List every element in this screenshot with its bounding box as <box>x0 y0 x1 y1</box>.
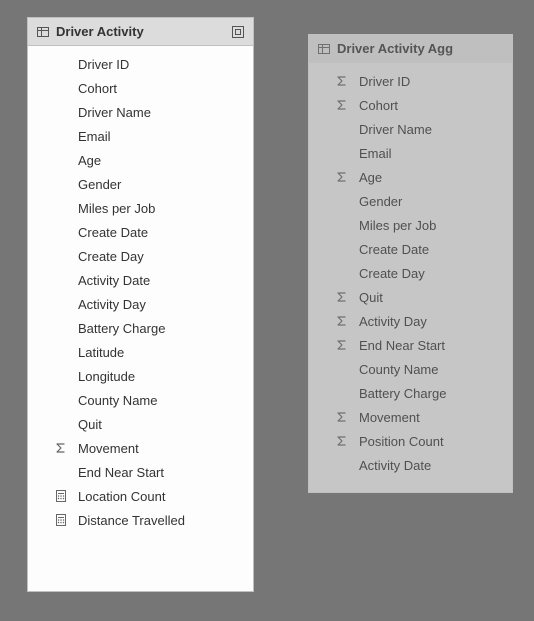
field-row[interactable]: Cohort <box>28 76 253 100</box>
sigma-icon <box>335 410 353 424</box>
field-row[interactable]: Driver Name <box>309 117 512 141</box>
field-row[interactable]: Miles per Job <box>28 196 253 220</box>
field-label: Activity Day <box>353 314 427 329</box>
field-label: Create Day <box>353 266 425 281</box>
field-row[interactable]: Create Date <box>309 237 512 261</box>
field-label: Driver ID <box>353 74 410 89</box>
field-label: Email <box>72 129 111 144</box>
field-label: Cohort <box>353 98 398 113</box>
sigma-icon <box>335 74 353 88</box>
field-row[interactable]: Miles per Job <box>309 213 512 237</box>
sigma-icon <box>335 170 353 184</box>
field-label: Battery Charge <box>353 386 446 401</box>
field-row[interactable]: Quit <box>28 412 253 436</box>
field-label: Driver ID <box>72 57 129 72</box>
field-label: End Near Start <box>72 465 164 480</box>
table-header[interactable]: Driver Activity Agg <box>309 35 512 63</box>
field-label: County Name <box>353 362 438 377</box>
field-row[interactable]: Battery Charge <box>309 381 512 405</box>
field-row[interactable]: Driver Name <box>28 100 253 124</box>
field-label: Movement <box>72 441 139 456</box>
partition-icon <box>231 25 245 39</box>
field-label: Gender <box>72 177 121 192</box>
field-row[interactable]: Activity Day <box>28 292 253 316</box>
field-row[interactable]: Age <box>28 148 253 172</box>
field-row[interactable]: County Name <box>309 357 512 381</box>
field-label: Cohort <box>72 81 117 96</box>
field-label: Gender <box>353 194 402 209</box>
field-label: Distance Travelled <box>72 513 185 528</box>
field-row[interactable]: Activity Day <box>309 309 512 333</box>
field-row[interactable]: Position Count <box>309 429 512 453</box>
field-row[interactable]: Movement <box>28 436 253 460</box>
field-label: County Name <box>72 393 157 408</box>
calculator-icon <box>54 513 72 527</box>
field-row[interactable]: Movement <box>309 405 512 429</box>
field-row[interactable]: Activity Date <box>309 453 512 477</box>
field-label: Driver Name <box>353 122 432 137</box>
sigma-icon <box>335 98 353 112</box>
field-label: Activity Date <box>353 458 431 473</box>
field-label: Age <box>353 170 382 185</box>
field-row[interactable]: End Near Start <box>309 333 512 357</box>
field-row[interactable]: Driver ID <box>28 52 253 76</box>
field-label: Activity Day <box>72 297 146 312</box>
sigma-icon <box>335 290 353 304</box>
field-label: Miles per Job <box>353 218 436 233</box>
field-label: Driver Name <box>72 105 151 120</box>
field-row[interactable]: Age <box>309 165 512 189</box>
table-title: Driver Activity Agg <box>337 41 504 56</box>
table-title: Driver Activity <box>56 24 231 39</box>
field-row[interactable]: Gender <box>28 172 253 196</box>
sigma-icon <box>54 441 72 455</box>
field-label: End Near Start <box>353 338 445 353</box>
field-label: Create Day <box>72 249 144 264</box>
field-row[interactable]: Create Day <box>309 261 512 285</box>
field-label: Create Date <box>72 225 148 240</box>
field-row[interactable]: Quit <box>309 285 512 309</box>
table-panel-driver-activity-agg[interactable]: Driver Activity AggDriver IDCohortDriver… <box>308 34 513 493</box>
field-list: Driver ID Cohort Driver Name Email Age Gender… <box>28 46 253 544</box>
field-row[interactable]: Battery Charge <box>28 316 253 340</box>
field-label: Age <box>72 153 101 168</box>
field-label: Movement <box>353 410 420 425</box>
field-label: Create Date <box>353 242 429 257</box>
sigma-icon <box>335 434 353 448</box>
table-icon <box>317 42 331 56</box>
field-row[interactable]: Driver ID <box>309 69 512 93</box>
field-row[interactable]: Create Day <box>28 244 253 268</box>
field-label: Miles per Job <box>72 201 155 216</box>
table-header[interactable]: Driver Activity <box>28 18 253 46</box>
table-panel-driver-activity[interactable]: Driver Activity Driver ID Cohort Driver Nam… <box>27 17 254 592</box>
field-row[interactable]: Distance Travelled <box>28 508 253 532</box>
field-row[interactable]: Latitude <box>28 340 253 364</box>
table-icon <box>36 25 50 39</box>
field-row[interactable]: Cohort <box>309 93 512 117</box>
field-label: Latitude <box>72 345 124 360</box>
field-label: Position Count <box>353 434 444 449</box>
sigma-icon <box>335 314 353 328</box>
field-label: Quit <box>353 290 383 305</box>
field-row[interactable]: County Name <box>28 388 253 412</box>
field-row[interactable]: Gender <box>309 189 512 213</box>
field-row[interactable]: End Near Start <box>28 460 253 484</box>
field-row[interactable]: Email <box>28 124 253 148</box>
field-row[interactable]: Email <box>309 141 512 165</box>
field-label: Longitude <box>72 369 135 384</box>
field-row[interactable]: Longitude <box>28 364 253 388</box>
field-label: Activity Date <box>72 273 150 288</box>
field-row[interactable]: Activity Date <box>28 268 253 292</box>
field-row[interactable]: Create Date <box>28 220 253 244</box>
field-row[interactable]: Location Count <box>28 484 253 508</box>
field-label: Email <box>353 146 392 161</box>
calculator-icon <box>54 489 72 503</box>
field-label: Quit <box>72 417 102 432</box>
field-label: Location Count <box>72 489 165 504</box>
field-label: Battery Charge <box>72 321 165 336</box>
field-list: Driver ID Cohort Driver Name Email Age Gender… <box>309 63 512 489</box>
sigma-icon <box>335 338 353 352</box>
